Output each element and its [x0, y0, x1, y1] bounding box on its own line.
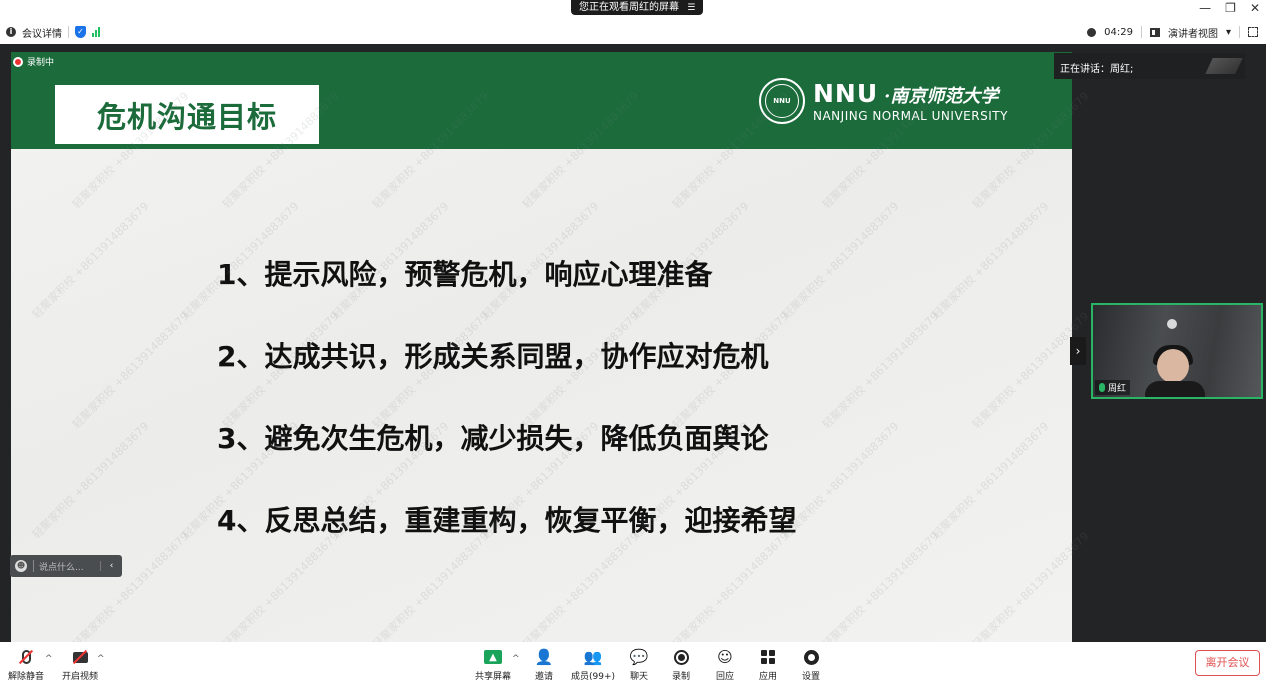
watermark-text: 轻聚家积校 +8613914883679 — [29, 419, 152, 542]
goal-item: 3、避免次生危机，减少损失，降低负面舆论 — [217, 422, 769, 455]
watermark-text: 轻聚家积校 +8613914883679 — [69, 309, 192, 432]
screen-share-text: 您正在观看周红的屏幕 — [579, 2, 679, 13]
divider — [1239, 26, 1240, 38]
divider — [33, 560, 34, 572]
recording-indicator: 录制中 — [13, 55, 54, 68]
info-icon[interactable]: i — [6, 27, 16, 37]
settings-button[interactable]: 设置 — [801, 647, 821, 682]
network-signal-icon[interactable] — [92, 27, 100, 37]
record-icon — [673, 649, 689, 665]
logo-abbr: NNU — [813, 79, 879, 108]
participant-name: 周红 — [1108, 384, 1127, 394]
meeting-timer: 04:29 — [1104, 26, 1133, 38]
logo-name-cn: ·南京师范大学 — [884, 86, 999, 107]
security-shield-icon[interactable]: ✓ — [75, 26, 86, 38]
minimize-button[interactable]: — — [1199, 1, 1211, 15]
record-button[interactable]: 录制 — [671, 647, 691, 682]
screen-share-banner[interactable]: 您正在观看周红的屏幕 ☰ — [571, 0, 704, 15]
clock-icon — [1087, 27, 1097, 37]
layout-icon[interactable] — [1149, 27, 1160, 37]
start-video-button[interactable]: 开启视频 — [62, 647, 98, 682]
ceiling-light — [1167, 319, 1177, 329]
watermark-text: 轻聚家积校 +8613914883679 — [779, 199, 902, 322]
close-button[interactable]: ✕ — [1250, 1, 1260, 15]
speaker-graphic — [1205, 58, 1243, 74]
collapse-panel-button[interactable]: › — [1070, 337, 1086, 365]
logo-name-en: NANJING NORMAL UNIVERSITY — [813, 109, 1008, 123]
active-speaker-banner: 正在讲话：周红; — [1054, 53, 1245, 79]
window-title-bar: 您正在观看周红的屏幕 ☰ — ❐ ✕ — [0, 0, 1266, 20]
fullscreen-icon[interactable] — [1248, 27, 1258, 37]
audio-options-caret[interactable]: ^ — [45, 654, 53, 664]
goal-item: 2、达成共识，形成关系同盟，协作应对危机 — [217, 340, 769, 373]
chat-input-placeholder[interactable]: 说点什么... — [39, 560, 84, 573]
chat-button[interactable]: 💬 聊天 — [629, 647, 649, 682]
watermark-text: 轻聚家积校 +8613914883679 — [69, 529, 192, 652]
participant-name-tag: 周红 — [1095, 380, 1131, 395]
watermark-text: 轻聚家积校 +8613914883679 — [29, 199, 152, 322]
members-button[interactable]: 👥 成员(99+) — [571, 647, 615, 682]
apps-icon — [761, 650, 775, 664]
university-logo: NNU NNU ·南京师范大学 NANJING NORMAL UNIVERSIT… — [759, 78, 1008, 124]
divider — [1140, 26, 1142, 38]
slide-title: 危机沟通目标 — [96, 99, 277, 134]
active-speaker-text: 正在讲话：周红; — [1060, 64, 1134, 75]
gear-icon — [803, 649, 819, 665]
collapse-chat-button[interactable]: ‹ — [100, 561, 122, 571]
goal-list: 1、提示风险，预警危机，响应心理准备 2、达成共识，形成关系同盟，协作应对危机 … — [217, 252, 797, 580]
slide-header: 录制中 危机沟通目标 NNU NNU ·南京师范大学 NANJING NORMA… — [11, 52, 1072, 149]
watermark-text: 轻聚家积校 +8613914883679 — [819, 529, 942, 652]
watermark-text: 轻聚家积校 +8613914883679 — [929, 199, 1052, 322]
menu-icon[interactable]: ☰ — [687, 3, 695, 13]
video-options-caret[interactable]: ^ — [97, 654, 105, 664]
goal-item: 1、提示风险，预警危机，响应心理准备 — [217, 258, 713, 291]
invite-button[interactable]: 👤 邀请 — [534, 647, 554, 682]
meeting-details-link[interactable]: 会议详情 — [22, 25, 62, 40]
recording-icon — [13, 56, 23, 67]
chat-input-pill[interactable]: ☻ 说点什么... ‹ — [10, 555, 122, 577]
watermark-text: 轻聚家积校 +8613914883679 — [929, 419, 1052, 542]
divider — [68, 26, 69, 38]
meeting-toolbar: 解除静音 ^ 开启视频 ^ ▲ 共享屏幕 ^ 👤 邀请 👥 成员(99+) 💬 … — [0, 642, 1266, 686]
presentation-slide: 录制中 危机沟通目标 NNU NNU ·南京师范大学 NANJING NORMA… — [11, 52, 1091, 651]
share-options-caret[interactable]: ^ — [512, 654, 520, 664]
window-controls: — ❐ ✕ — [1199, 1, 1260, 15]
share-screen-button[interactable]: ▲ 共享屏幕 — [475, 647, 511, 682]
mic-active-icon — [1099, 383, 1105, 392]
participant-body — [1145, 381, 1205, 397]
leave-meeting-button[interactable]: 离开会议 — [1195, 650, 1260, 676]
invite-icon: 👤 — [534, 648, 554, 666]
meeting-info-bar: i 会议详情 ✓ 04:29 演讲者视图 ▾ — [0, 20, 1266, 44]
slide-title-box: 危机沟通目标 — [55, 85, 319, 144]
goal-item: 4、反思总结，重建重构，恢复平衡，迎接希望 — [217, 504, 797, 537]
chevron-down-icon[interactable]: ▾ — [1226, 27, 1231, 38]
participant-face — [1157, 349, 1189, 383]
apps-button[interactable]: 应用 — [758, 647, 778, 682]
reactions-button[interactable]: ☺ 回应 — [715, 647, 735, 682]
watermark-text: 轻聚家积校 +8613914883679 — [819, 309, 942, 432]
view-mode-button[interactable]: 演讲者视图 — [1168, 25, 1218, 40]
watermark-text: 轻聚家积校 +8613914883679 — [779, 419, 902, 542]
members-icon: 👥 — [583, 648, 603, 666]
participant-video-tile[interactable]: 周红 — [1091, 303, 1263, 399]
restore-button[interactable]: ❐ — [1225, 1, 1236, 15]
share-screen-icon: ▲ — [484, 650, 502, 664]
unmute-button[interactable]: 解除静音 — [8, 647, 44, 682]
reactions-icon: ☺ — [717, 648, 733, 666]
university-seal-icon: NNU — [759, 78, 805, 124]
recording-label: 录制中 — [27, 58, 55, 68]
chat-icon: 💬 — [629, 648, 649, 666]
emoji-icon[interactable]: ☻ — [15, 560, 27, 572]
